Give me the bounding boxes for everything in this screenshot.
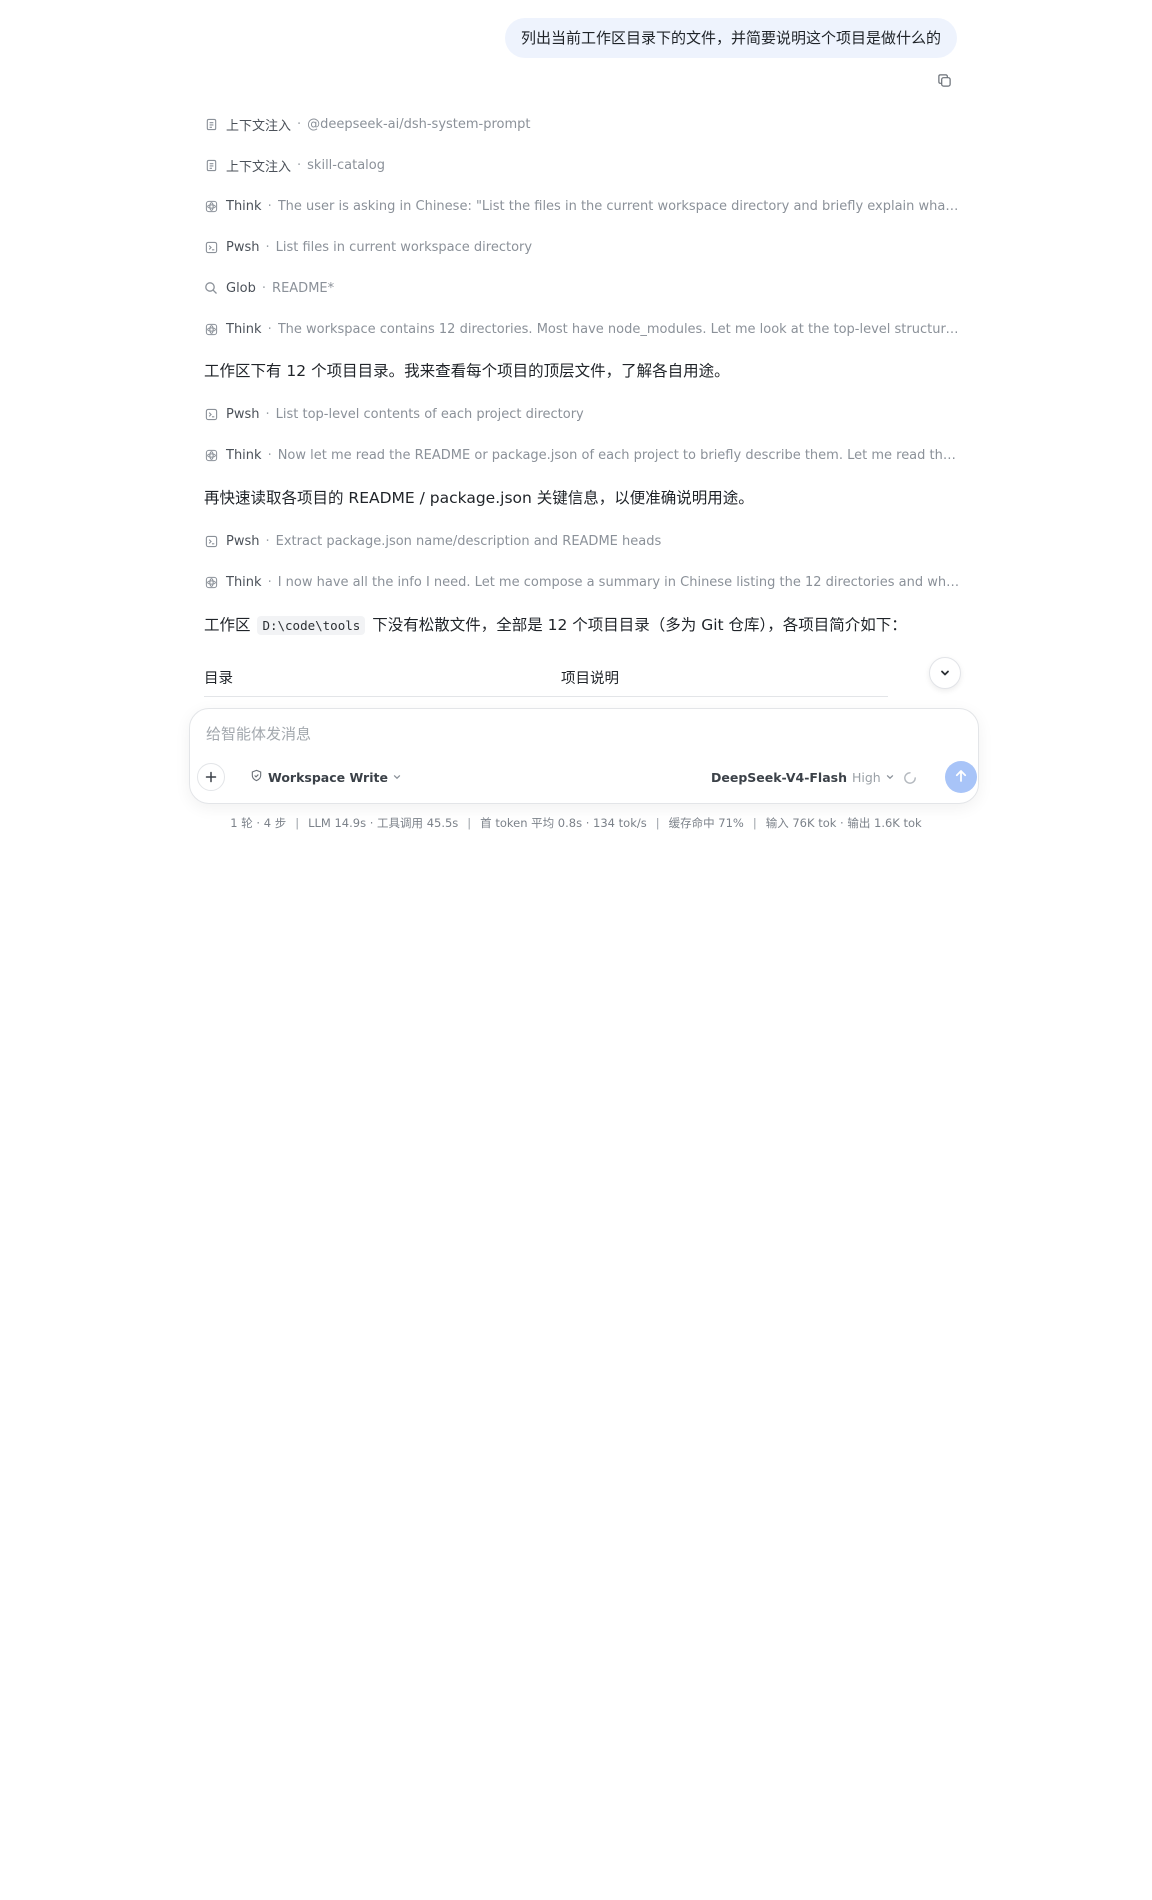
step-description: @deepseek-ai/dsh-system-prompt bbox=[307, 116, 531, 132]
search-icon bbox=[204, 281, 218, 295]
add-attachment-button[interactable] bbox=[197, 763, 225, 791]
step-item[interactable]: Think · The user is asking in Chinese: "… bbox=[204, 195, 960, 217]
status-token-speed: 首 token 平均 0.8s · 134 tok/s bbox=[480, 816, 647, 830]
assistant-paragraph: 工作区下有 12 个项目目录。我来查看每个项目的顶层文件，了解各自用途。 bbox=[204, 362, 730, 380]
model-name: DeepSeek-V4-Flash bbox=[711, 769, 847, 785]
step-item[interactable]: 上下文注入 · @deepseek-ai/dsh-system-prompt bbox=[204, 113, 960, 135]
table-header-cell: 项目说明 bbox=[561, 671, 619, 687]
step-description: List top-level contents of each project … bbox=[275, 406, 584, 422]
step-description: Now let me read the README or package.js… bbox=[277, 447, 960, 463]
copy-message-button[interactable] bbox=[934, 72, 954, 92]
step-description: README* bbox=[272, 280, 335, 296]
inline-code-path: D:\code\tools bbox=[257, 616, 366, 635]
model-select[interactable]: DeepSeek-V4-Flash High bbox=[711, 767, 895, 787]
send-button[interactable] bbox=[945, 761, 977, 793]
step-separator: · bbox=[267, 447, 272, 463]
step-item[interactable]: 上下文注入 · skill-catalog bbox=[204, 154, 960, 176]
step-kind: Pwsh bbox=[226, 239, 260, 255]
status-turns: 1 轮 · 4 步 bbox=[230, 816, 287, 830]
table-header: 目录 项目说明 bbox=[204, 660, 888, 697]
table-header-cell: 目录 bbox=[204, 671, 233, 687]
step-kind: Think bbox=[226, 447, 262, 463]
terminal-icon bbox=[204, 407, 218, 421]
step-kind: Glob bbox=[226, 280, 256, 296]
terminal-icon bbox=[204, 240, 218, 254]
step-item[interactable]: Glob · README* bbox=[204, 277, 960, 299]
plus-icon bbox=[205, 768, 217, 787]
step-item[interactable]: Think · The workspace contains 12 direct… bbox=[204, 318, 960, 340]
step-kind: Pwsh bbox=[226, 533, 260, 549]
message-input[interactable] bbox=[206, 723, 946, 745]
step-description: I now have all the info I need. Let me c… bbox=[277, 574, 960, 590]
chevron-down-icon bbox=[939, 664, 951, 683]
status-io-tokens: 输入 76K tok · 输出 1.6K tok bbox=[765, 816, 922, 830]
step-separator: · bbox=[265, 406, 270, 422]
step-kind: Pwsh bbox=[226, 406, 260, 422]
step-kind: Think bbox=[226, 574, 262, 590]
think-icon bbox=[204, 322, 218, 336]
status-divider: | bbox=[295, 816, 300, 830]
session-status-bar: 1 轮 · 4 步 | LLM 14.9s · 工具调用 45.5s | 首 t… bbox=[0, 814, 1152, 832]
step-separator: · bbox=[265, 239, 270, 255]
step-separator: · bbox=[267, 574, 272, 590]
step-kind: 上下文注入 bbox=[226, 118, 292, 134]
paragraph-text: 下没有松散文件，全部是 12 个项目目录（多为 Git 仓库），各项目简介如下： bbox=[367, 616, 907, 634]
step-item[interactable]: Think · I now have all the info I need. … bbox=[204, 571, 960, 593]
loading-spinner-icon bbox=[903, 770, 917, 784]
step-separator: · bbox=[265, 533, 270, 549]
reasoning-effort: High bbox=[852, 769, 881, 785]
step-description: Extract package.json name/description an… bbox=[275, 533, 662, 549]
chevron-down-icon bbox=[885, 770, 895, 785]
document-icon bbox=[204, 117, 218, 131]
step-kind: 上下文注入 bbox=[226, 159, 292, 175]
step-description: The user is asking in Chinese: "List the… bbox=[277, 198, 960, 214]
permission-mode-select[interactable]: Workspace Write bbox=[250, 767, 402, 787]
arrow-up-icon bbox=[954, 768, 968, 787]
status-divider: | bbox=[752, 816, 757, 830]
user-message-bubble: 列出当前工作区目录下的文件，并简要说明这个项目是做什么的 bbox=[504, 18, 957, 58]
step-separator: · bbox=[297, 116, 302, 132]
status-timing: LLM 14.9s · 工具调用 45.5s bbox=[308, 816, 459, 830]
terminal-icon bbox=[204, 534, 218, 548]
status-divider: | bbox=[655, 816, 660, 830]
message-composer: Workspace Write DeepSeek-V4-Flash High bbox=[189, 708, 979, 804]
scroll-to-bottom-button[interactable] bbox=[929, 657, 961, 689]
step-description: List files in current workspace director… bbox=[275, 239, 533, 255]
step-description: The workspace contains 12 directories. M… bbox=[277, 321, 960, 337]
chat-page: 列出当前工作区目录下的文件，并简要说明这个项目是做什么的 上下文注入 · @de… bbox=[0, 0, 1152, 1900]
status-cache: 缓存命中 71% bbox=[668, 816, 744, 830]
document-icon bbox=[204, 158, 218, 172]
assistant-paragraph: 再快速读取各项目的 README / package.json 关键信息，以便准… bbox=[204, 489, 754, 507]
shield-icon bbox=[250, 769, 263, 785]
step-separator: · bbox=[261, 280, 267, 296]
copy-icon bbox=[937, 73, 952, 92]
think-icon bbox=[204, 575, 218, 589]
step-separator: · bbox=[267, 198, 272, 214]
step-description: skill-catalog bbox=[307, 157, 385, 173]
step-kind: Think bbox=[226, 321, 262, 337]
step-item[interactable]: Pwsh · Extract package.json name/descrip… bbox=[204, 530, 960, 552]
step-separator: · bbox=[267, 321, 272, 337]
think-icon bbox=[204, 448, 218, 462]
step-kind: Think bbox=[226, 198, 262, 214]
paragraph-text: 工作区 bbox=[204, 616, 256, 634]
step-item[interactable]: Pwsh · List files in current workspace d… bbox=[204, 236, 960, 258]
step-separator: · bbox=[297, 157, 302, 173]
step-item[interactable]: Pwsh · List top-level contents of each p… bbox=[204, 403, 960, 425]
permission-mode-label: Workspace Write bbox=[268, 769, 388, 785]
chevron-down-icon bbox=[392, 770, 402, 785]
step-item[interactable]: Think · Now let me read the README or pa… bbox=[204, 444, 960, 466]
status-divider: | bbox=[467, 816, 472, 830]
assistant-paragraph: 工作区 D:\code\tools 下没有松散文件，全部是 12 个项目目录（多… bbox=[204, 614, 960, 637]
think-icon bbox=[204, 199, 218, 213]
